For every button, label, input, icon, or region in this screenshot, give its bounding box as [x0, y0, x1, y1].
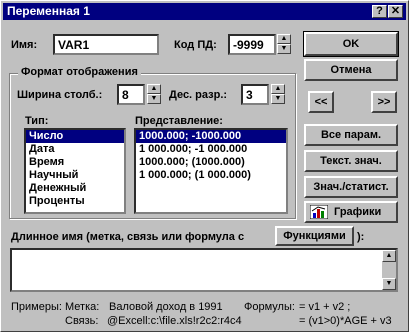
scroll-up-icon[interactable]: ▲ — [382, 250, 396, 262]
representation-label: Представление: — [135, 115, 223, 127]
window-title: Переменная 1 — [7, 4, 90, 18]
ok-button[interactable]: OK — [303, 31, 399, 57]
format-group-title: Формат отображения — [18, 66, 141, 78]
spin-down-icon[interactable]: ▼ — [277, 44, 291, 54]
examples-prefix: Примеры: — [11, 301, 62, 313]
column-width-input[interactable]: 8 — [117, 84, 145, 105]
type-label: Тип: — [25, 115, 49, 127]
scroll-down-icon[interactable]: ▼ — [382, 278, 396, 290]
representation-list[interactable]: 1000.000; -1000.000 1 000.000; -1 000.00… — [134, 128, 288, 214]
column-width-spinner[interactable]: ▲ ▼ — [147, 84, 161, 105]
spin-up-icon[interactable]: ▲ — [271, 84, 285, 94]
values-stats-button[interactable]: Знач./статист. — [304, 176, 398, 198]
representation-item[interactable]: 1 000.000; (1 000.000) — [136, 169, 286, 182]
missing-code-label: Код ПД: — [174, 39, 217, 51]
representation-item[interactable]: 1000.000; -1000.000 — [136, 130, 286, 143]
all-params-button[interactable]: Все парам. — [304, 124, 398, 146]
representation-item[interactable]: 1 000.000; -1 000.000 — [136, 143, 286, 156]
help-button[interactable]: ? — [372, 5, 387, 18]
long-name-suffix: ): — [357, 231, 365, 243]
cancel-button[interactable]: Отмена — [304, 59, 398, 81]
functions-button[interactable]: Функциями — [275, 226, 354, 246]
previous-variable-button[interactable]: << — [308, 91, 334, 113]
example-link-value: @Excell:c:\file.xls!r2c2:r4c4 — [107, 315, 242, 327]
decimals-spinner[interactable]: ▲ ▼ — [271, 84, 285, 105]
representation-item[interactable]: 1000.000; (1000.000) — [136, 156, 286, 169]
chart-icon — [309, 204, 329, 220]
type-list[interactable]: Число Дата Время Научный Денежный Процен… — [24, 128, 126, 214]
missing-code-input[interactable]: -9999 — [228, 34, 276, 55]
type-item[interactable]: Время — [26, 156, 124, 169]
graphs-label: Графики — [334, 206, 382, 218]
graphs-button[interactable]: Графики — [304, 201, 398, 223]
spin-up-icon[interactable]: ▲ — [277, 34, 291, 44]
name-label: Имя: — [11, 39, 38, 51]
example-formulas-tag: Формулы: — [244, 301, 295, 313]
column-width-label: Ширина столб.: — [17, 89, 103, 101]
spin-down-icon[interactable]: ▼ — [147, 94, 161, 104]
type-item[interactable]: Число — [26, 130, 124, 143]
text-values-button[interactable]: Текст. знач. — [304, 150, 398, 172]
long-name-label: Длинное имя (метка, связь или формула с — [11, 231, 245, 243]
decimals-label: Дес. разр.: — [169, 89, 228, 101]
variable-dialog: Переменная 1 ? ✕ Имя: VAR1 Код ПД: -9999… — [0, 0, 409, 332]
name-input[interactable]: VAR1 — [53, 34, 159, 55]
example-label-tag: Метка: — [65, 301, 100, 313]
type-item[interactable]: Денежный — [26, 182, 124, 195]
missing-code-spinner[interactable]: ▲ ▼ — [277, 34, 291, 55]
type-item[interactable]: Дата — [26, 143, 124, 156]
type-item[interactable]: Проценты — [26, 195, 124, 208]
close-button[interactable]: ✕ — [388, 5, 403, 18]
next-variable-button[interactable]: >> — [371, 91, 397, 113]
long-name-scrollbar[interactable]: ▲ ▼ — [382, 250, 396, 290]
example-link-tag: Связь: — [65, 315, 99, 327]
decimals-input[interactable]: 3 — [241, 84, 269, 105]
spin-down-icon[interactable]: ▼ — [271, 94, 285, 104]
long-name-input[interactable]: ▲ ▼ — [10, 248, 398, 292]
type-item[interactable]: Научный — [26, 169, 124, 182]
title-bar[interactable]: Переменная 1 ? ✕ — [3, 3, 406, 20]
spin-up-icon[interactable]: ▲ — [147, 84, 161, 94]
example-label-value: Валовой доход в 1991 — [109, 301, 223, 313]
example-formula-1: = v1 + v2 ; — [299, 301, 351, 313]
example-formula-2: = (v1>0)*AGE + v3 — [299, 315, 392, 327]
